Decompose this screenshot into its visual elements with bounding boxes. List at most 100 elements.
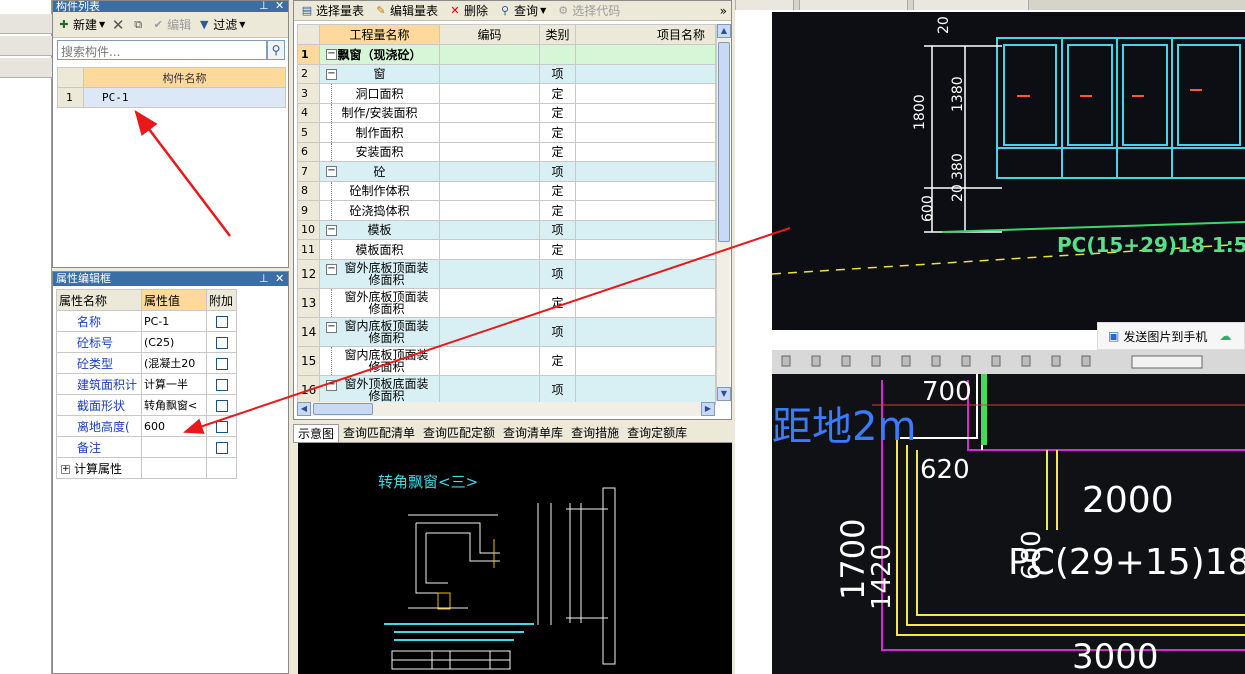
property-extra[interactable] bbox=[206, 310, 237, 332]
project-name-cell[interactable] bbox=[575, 200, 716, 221]
table-row[interactable]: 16− 窗外顶板底面装修面积 项 bbox=[297, 374, 716, 405]
table-row[interactable]: 2− 窗项 bbox=[297, 63, 716, 84]
component-search-input[interactable]: 搜索构件... bbox=[57, 40, 267, 60]
quantity-name-cell[interactable]: − 窗内底板顶面装修面积 bbox=[319, 316, 440, 347]
category-cell[interactable]: 定 bbox=[539, 102, 576, 123]
project-name-cell[interactable] bbox=[575, 44, 716, 65]
table-row[interactable]: 1− 飘窗（现浇砼） bbox=[297, 44, 716, 65]
quantity-name-cell[interactable]: − 窗外顶板底面装修面积 bbox=[319, 374, 440, 405]
quantity-name-cell[interactable]: − 飘窗（现浇砼） bbox=[319, 44, 440, 65]
project-name-cell[interactable] bbox=[575, 316, 716, 347]
category-cell[interactable]: 定 bbox=[539, 83, 576, 104]
collapse-icon[interactable]: − bbox=[326, 49, 337, 60]
table-row[interactable]: 7− 砼项 bbox=[297, 161, 716, 182]
property-extra[interactable] bbox=[206, 415, 237, 437]
property-extra[interactable] bbox=[206, 436, 237, 458]
tab-measures[interactable]: 查询措施 bbox=[567, 424, 623, 442]
collapse-icon[interactable]: − bbox=[326, 166, 337, 177]
tab-diagram[interactable]: 示意图 bbox=[293, 424, 340, 442]
collapse-icon[interactable]: − bbox=[326, 263, 337, 275]
quantity-name-cell[interactable]: 窗内底板顶面装修面积 bbox=[319, 345, 440, 376]
category-cell[interactable]: 项 bbox=[539, 374, 576, 405]
category-cell[interactable]: 项 bbox=[539, 258, 576, 289]
extra-checkbox[interactable] bbox=[215, 336, 228, 349]
category-cell[interactable]: 项 bbox=[539, 316, 576, 347]
property-extra[interactable] bbox=[206, 373, 237, 395]
category-cell[interactable]: 项 bbox=[539, 161, 576, 182]
select-quantity-button[interactable]: ▤ 选择量表 bbox=[300, 2, 364, 19]
property-value[interactable]: 计算一半 bbox=[141, 373, 207, 395]
property-value[interactable]: PC-1 bbox=[141, 310, 207, 332]
property-row[interactable]: 名称 PC-1 bbox=[56, 310, 237, 332]
property-row[interactable]: 截面形状 转角飘窗< bbox=[56, 394, 237, 416]
property-value[interactable]: (混凝土20 bbox=[141, 352, 207, 374]
code-cell[interactable] bbox=[439, 374, 540, 405]
quantity-name-cell[interactable]: 砼浇捣体积 bbox=[319, 200, 440, 221]
quantity-name-cell[interactable]: 模板面积 bbox=[319, 239, 440, 260]
project-name-cell[interactable] bbox=[575, 345, 716, 376]
scroll-right-icon[interactable]: ▶ bbox=[701, 402, 715, 416]
quantity-name-cell[interactable]: 制作/安装面积 bbox=[319, 102, 440, 123]
quantity-name-cell[interactable]: − 模板 bbox=[319, 219, 440, 240]
project-name-cell[interactable] bbox=[575, 287, 716, 318]
tab-match-list[interactable]: 查询匹配清单 bbox=[339, 424, 419, 442]
quantity-name-cell[interactable]: 安装面积 bbox=[319, 141, 440, 162]
property-value[interactable]: 600 bbox=[141, 415, 207, 437]
left-strip-bar[interactable] bbox=[0, 58, 52, 78]
scroll-thumb[interactable] bbox=[313, 403, 373, 415]
code-cell[interactable] bbox=[439, 316, 540, 347]
code-cell[interactable] bbox=[439, 83, 540, 104]
property-extra[interactable] bbox=[206, 352, 237, 374]
category-cell[interactable]: 定 bbox=[539, 200, 576, 221]
collapse-icon[interactable]: − bbox=[326, 321, 337, 333]
quantity-name-cell[interactable]: − 窗外底板顶面装修面积 bbox=[319, 258, 440, 289]
edit-quantity-button[interactable]: ✎ 编辑量表 bbox=[374, 2, 438, 19]
quantity-name-cell[interactable]: 制作面积 bbox=[319, 122, 440, 143]
property-value[interactable] bbox=[141, 436, 207, 458]
property-row[interactable]: 砼类型 (混凝土20 bbox=[56, 352, 237, 374]
category-cell[interactable]: 定 bbox=[539, 345, 576, 376]
collapse-icon[interactable]: − bbox=[326, 379, 337, 391]
project-name-cell[interactable] bbox=[575, 63, 716, 84]
delete-button[interactable]: ✕ bbox=[111, 17, 125, 32]
category-cell[interactable]: 定 bbox=[539, 180, 576, 201]
property-row[interactable]: 砼标号 (C25) bbox=[56, 331, 237, 353]
tab-quota-library[interactable]: 查询定额库 bbox=[623, 424, 691, 442]
code-cell[interactable] bbox=[439, 345, 540, 376]
quantity-name-header[interactable]: 工程量名称 bbox=[319, 24, 440, 45]
close-icon[interactable]: ✕ bbox=[275, 1, 284, 11]
category-cell[interactable]: 项 bbox=[539, 219, 576, 240]
project-name-cell[interactable] bbox=[575, 83, 716, 104]
quantity-name-cell[interactable]: 洞口面积 bbox=[319, 83, 440, 104]
close-icon[interactable]: ✕ bbox=[275, 272, 284, 286]
collapse-icon[interactable]: − bbox=[326, 68, 337, 80]
property-extra[interactable] bbox=[206, 331, 237, 353]
table-row[interactable]: 10− 模板 项 bbox=[297, 219, 716, 240]
filter-button[interactable]: ▼ 过滤 ▼ bbox=[197, 16, 245, 33]
send-to-phone-button[interactable]: ▣ 发送图片到手机 ☁ bbox=[1097, 322, 1245, 350]
code-cell[interactable] bbox=[439, 287, 540, 318]
horizontal-scrollbar[interactable]: ◀ ▶ bbox=[297, 402, 715, 416]
code-cell[interactable] bbox=[439, 141, 540, 162]
browser-tab[interactable] bbox=[735, 0, 794, 10]
code-cell[interactable] bbox=[439, 239, 540, 260]
table-row[interactable]: 4 制作/安装面积 定 bbox=[297, 102, 716, 123]
component-name-cell[interactable]: PC-1 bbox=[83, 87, 286, 108]
quantity-name-cell[interactable]: − 砼 bbox=[319, 161, 440, 182]
table-row[interactable]: 3 洞口面积 定 bbox=[297, 83, 716, 104]
table-row[interactable]: 12− 窗外底板顶面装修面积 项 bbox=[297, 258, 716, 289]
code-cell[interactable] bbox=[439, 102, 540, 123]
extra-checkbox[interactable] bbox=[215, 441, 228, 454]
project-name-cell[interactable] bbox=[575, 141, 716, 162]
table-row[interactable]: 1 PC-1 bbox=[57, 87, 286, 108]
quantity-name-cell[interactable]: 砼制作体积 bbox=[319, 180, 440, 201]
extra-checkbox[interactable] bbox=[215, 420, 228, 433]
extra-checkbox[interactable] bbox=[215, 315, 228, 328]
browser-tab[interactable] bbox=[798, 0, 909, 10]
left-strip-bar[interactable] bbox=[0, 36, 52, 56]
category-cell[interactable]: 定 bbox=[539, 141, 576, 162]
collapse-icon[interactable]: − bbox=[326, 224, 337, 236]
table-row[interactable]: 14− 窗内底板顶面装修面积 项 bbox=[297, 316, 716, 347]
project-name-cell[interactable] bbox=[575, 374, 716, 405]
vertical-scrollbar[interactable]: ▲ ▼ bbox=[716, 24, 731, 401]
